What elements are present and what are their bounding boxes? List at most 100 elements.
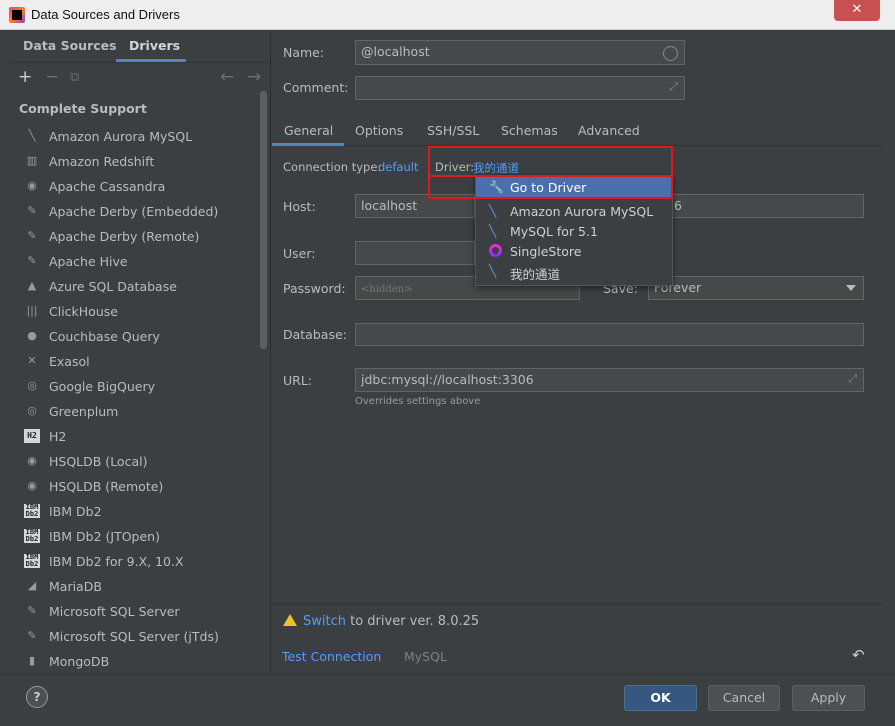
url-label: URL: [283,373,313,388]
driver-item-ibm-db2[interactable]: IBM Db2 IBM Db2 [9,499,259,524]
expand-icon[interactable]: ⤢ [848,372,857,386]
database-field[interactable] [355,323,864,346]
exasol-icon: ✕ [27,354,37,367]
popup-item-mysql-5-1[interactable]: ╲ MySQL for 5.1 [476,221,672,241]
driver-item-mongodb[interactable]: ▮ MongoDB [9,649,259,674]
popup-item-amazon-aurora-mysql[interactable]: ╲ Amazon Aurora MySQL [476,201,672,221]
driver-item-apache-hive[interactable]: ✎ Apache Hive [9,249,259,274]
driver-item-exasol[interactable]: ✕ Exasol [9,349,259,374]
driver-item-apache-derby-embedded[interactable]: ✎ Apache Derby (Embedded) [9,199,259,224]
driver-item-couchbase-query[interactable]: ● Couchbase Query [9,324,259,349]
tab-ssh-ssl[interactable]: SSH/SSL [427,123,479,138]
popup-item-label: 我的通道 [510,267,561,282]
driver-item-microsoft-sql-server[interactable]: ✎ Microsoft SQL Server [9,599,259,624]
driver-item-h2[interactable]: H2 H2 [9,424,259,449]
forward-arrow-icon[interactable]: → [247,67,261,87]
driver-label: Amazon Aurora MySQL [49,129,193,144]
popup-item-custom-channel[interactable]: ╲ 我的通道 [476,261,672,282]
driver-item-mariadb[interactable]: ◢ MariaDB [9,574,259,599]
warning-icon [283,614,297,626]
ibm-db2-icon: IBM Db2 [24,503,40,518]
remove-icon[interactable]: − [45,67,59,87]
driver-label: Azure SQL Database [49,279,177,294]
driver-item-hsqldb-local[interactable]: ◉ HSQLDB (Local) [9,449,259,474]
annotation-highlight-box-inner [428,175,673,199]
url-hint: Overrides settings above [355,396,481,407]
sidebar-toolbar: + − ⧉ ← → [9,63,270,93]
copy-icon[interactable]: ⧉ [70,70,79,85]
driver-label: Apache Cassandra [49,179,166,194]
settings-tabs: General Options SSH/SSL Schemas Advanced [272,118,883,146]
driver-item-microsoft-sql-server-jtds[interactable]: ✎ Microsoft SQL Server (jTds) [9,624,259,649]
driver-label: Microsoft SQL Server (jTds) [49,629,219,644]
driver-label: IBM Db2 [49,504,102,519]
driver-item-azure-sql-database[interactable]: ▲ Azure SQL Database [9,274,259,299]
tab-options[interactable]: Options [355,123,403,138]
driver-item-google-bigquery[interactable]: ◎ Google BigQuery [9,374,259,399]
mongodb-leaf-icon: ▮ [28,654,36,667]
close-button[interactable]: ✕ [834,0,880,21]
port-field[interactable]: 6 [668,194,864,218]
user-field[interactable] [355,241,475,265]
sidebar-scrollbar[interactable] [260,91,267,349]
tab-general[interactable]: General [284,123,333,138]
driver-label: ClickHouse [49,304,118,319]
tab-data-sources[interactable]: Data Sources [23,38,117,53]
dialog-button-bar: ? OK Cancel Apply [0,674,895,726]
driver-item-ibm-db2-9x-10x[interactable]: IBM Db2 IBM Db2 for 9.X, 10.X [9,549,259,574]
color-circle-icon[interactable] [663,46,678,61]
revert-icon[interactable]: ↶ [852,646,865,664]
ibm-db2-icon: IBM Db2 [24,553,40,568]
port-value: 6 [674,198,682,213]
driver-item-apache-derby-remote[interactable]: ✎ Apache Derby (Remote) [9,224,259,249]
popup-item-label: MySQL for 5.1 [510,224,598,239]
title-bar: Data Sources and Drivers ✕ [0,0,895,30]
name-label: Name: [283,45,325,60]
driver-item-greenplum[interactable]: ◎ Greenplum [9,399,259,424]
help-button[interactable]: ? [26,686,48,708]
driver-item-hsqldb-remote[interactable]: ◉ HSQLDB (Remote) [9,474,259,499]
feather-icon: ✎ [27,254,37,267]
window-title: Data Sources and Drivers [31,7,180,22]
host-value: localhost [361,198,418,213]
back-arrow-icon[interactable]: ← [220,67,234,87]
dolphin-icon: ╲ [28,129,36,142]
popup-item-label: Amazon Aurora MySQL [510,204,654,219]
popup-item-singlestore[interactable]: SingleStore [476,241,672,261]
url-field[interactable]: jdbc:mysql://localhost:3306 ⤢ [355,368,864,392]
bigquery-icon: ◎ [27,379,37,392]
tab-drivers[interactable]: Drivers [129,38,180,53]
driver-version-warning: Switch to driver ver. 8.0.25 [283,613,479,629]
driver-label: Google BigQuery [49,379,156,394]
greenplum-icon: ◎ [27,404,37,417]
driver-item-amazon-redshift[interactable]: ▥ Amazon Redshift [9,149,259,174]
driver-item-clickhouse[interactable]: ||| ClickHouse [9,299,259,324]
couchbase-icon: ● [27,329,37,342]
tab-advanced[interactable]: Advanced [578,123,640,138]
divider [272,604,883,605]
section-header-complete-support: Complete Support [19,101,147,116]
name-field[interactable]: @localhost [355,40,685,65]
azure-icon: ▲ [27,279,37,292]
driver-item-apache-cassandra[interactable]: ◉ Apache Cassandra [9,174,259,199]
ok-button[interactable]: OK [624,685,697,711]
mysql-dolphin-icon: ╲ [489,224,497,238]
driver-label: MongoDB [49,654,110,669]
driver-item-amazon-aurora-mysql[interactable]: ╲ Amazon Aurora MySQL [9,124,259,149]
driver-item-ibm-db2-jtopen[interactable]: IBM Db2 IBM Db2 (JTOpen) [9,524,259,549]
url-value: jdbc:mysql://localhost:3306 [361,372,534,387]
driver-label: Greenplum [49,404,119,419]
apply-button[interactable]: Apply [792,685,865,711]
intellij-app-icon [9,7,25,23]
hsqldb-icon: ◉ [27,454,37,467]
cancel-button[interactable]: Cancel [708,685,780,711]
tab-schemas[interactable]: Schemas [501,123,558,138]
comment-field[interactable]: ⤢ [355,76,685,100]
switch-link[interactable]: Switch [303,614,346,629]
add-icon[interactable]: + [18,67,32,87]
test-connection-link[interactable]: Test Connection [282,649,381,664]
connection-type-link[interactable]: default [378,160,418,174]
expand-icon[interactable]: ⤢ [669,80,678,94]
save-dropdown[interactable]: Forever [648,276,864,300]
redshift-icon: ▥ [26,154,38,167]
